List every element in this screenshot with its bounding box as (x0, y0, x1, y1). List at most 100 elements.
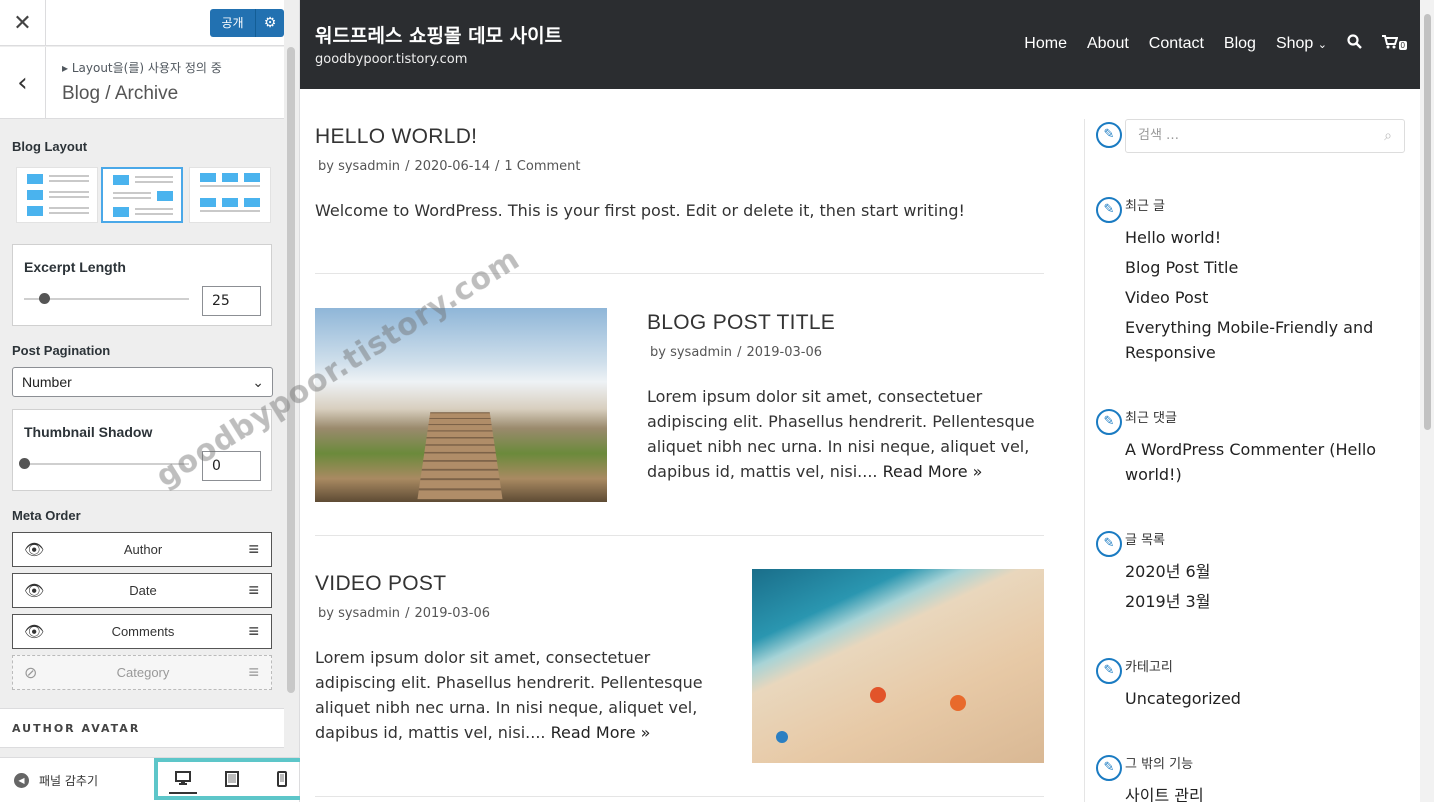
main-navigation: Home About Contact Blog Shop ⌄ 0 (1024, 34, 1407, 54)
customizer-footer: ◀ 패널 감추기 (0, 757, 311, 802)
drag-handle-icon[interactable]: ≡ (248, 539, 259, 560)
gear-icon[interactable]: ⚙ (256, 9, 284, 37)
post-comments[interactable]: 1 Comment (504, 159, 580, 174)
close-icon[interactable]: ✕ (0, 0, 46, 46)
archive-link[interactable]: 2019년 3월 (1125, 589, 1385, 614)
read-more-link[interactable]: Read More » (551, 723, 651, 742)
cart-icon[interactable]: 0 (1382, 34, 1407, 54)
post-pagination-select[interactable]: Number ⌄ (12, 367, 273, 397)
widget-title-categories: 카테고리 (1125, 660, 1173, 675)
preview-scrollbar-thumb[interactable] (1424, 14, 1431, 430)
site-content: HELLO WORLD! by sysadmin/2020-06-14/1 Co… (300, 89, 1420, 802)
meta-order-item-label: Category (116, 665, 170, 680)
post-divider (315, 535, 1044, 536)
meta-order-label: Meta Order (12, 508, 81, 523)
chevron-down-icon: ⌄ (252, 374, 264, 390)
excerpt-length-control: Excerpt Length 25 (12, 244, 272, 326)
widget-title-archives: 글 목록 (1125, 533, 1166, 548)
excerpt-length-input[interactable]: 25 (202, 286, 261, 316)
edit-pencil-icon[interactable]: ✎ (1096, 409, 1122, 435)
sidebar-scrollbar[interactable] (287, 47, 295, 693)
layout-option-grid[interactable] (189, 167, 271, 223)
author-avatar-label: AUTHOR AVATAR (12, 722, 141, 735)
post-date[interactable]: 2019-03-06 (414, 606, 490, 621)
post-title[interactable]: BLOG POST TITLE (647, 311, 835, 335)
post-pagination-label: Post Pagination (12, 343, 111, 358)
desktop-icon[interactable] (168, 764, 197, 794)
meta-order-item-date[interactable]: 👁 Date ≡ (12, 573, 272, 608)
post-title[interactable]: VIDEO POST (315, 572, 446, 596)
thumbnail-shadow-slider-handle[interactable] (19, 458, 30, 469)
search-input[interactable]: 검색 … ⌕ (1125, 119, 1405, 153)
post-thumbnail-beach[interactable] (752, 569, 1044, 763)
publish-button[interactable]: 공개 ⚙ (210, 9, 284, 37)
search-icon[interactable] (1347, 34, 1362, 54)
drag-handle-icon[interactable]: ≡ (248, 580, 259, 601)
nav-item-about[interactable]: About (1087, 35, 1129, 53)
nav-item-blog[interactable]: Blog (1224, 35, 1256, 53)
post-excerpt: Welcome to WordPress. This is your first… (315, 201, 965, 220)
post-date[interactable]: 2020-06-14 (414, 159, 490, 174)
breadcrumb: ▸ Layout을(를) 사용자 정의 중 (62, 61, 222, 75)
post-author[interactable]: by sysadmin (318, 606, 400, 621)
post-meta: by sysadmin/2019-03-06 (318, 606, 491, 621)
post-author[interactable]: by sysadmin (650, 345, 732, 360)
nav-item-contact[interactable]: Contact (1149, 35, 1204, 53)
nav-item-home[interactable]: Home (1024, 35, 1067, 53)
customizer-header: ✕ 공개 ⚙ (0, 0, 284, 46)
meta-order-item-label: Comments (111, 624, 175, 639)
read-more-link[interactable]: Read More » (883, 462, 983, 481)
section-header: ‹ ▸ Layout을(를) 사용자 정의 중 Blog / Archive (0, 47, 284, 119)
publish-label[interactable]: 공개 (210, 9, 256, 37)
tablet-icon[interactable] (218, 764, 246, 794)
collapse-panel-button[interactable]: ◀ 패널 감추기 (14, 772, 98, 789)
nav-item-shop[interactable]: Shop ⌄ (1276, 35, 1327, 53)
meta-order-item-label: Date (129, 583, 157, 598)
edit-pencil-icon[interactable]: ✎ (1096, 531, 1122, 557)
recent-comment-link[interactable]: A WordPress Commenter (Hello world!) (1125, 437, 1385, 487)
back-arrow-icon[interactable]: ‹ (0, 47, 46, 118)
post-excerpt: Lorem ipsum dolor sit amet, consectetuer… (315, 645, 725, 745)
nav-item-shop-label: Shop (1275, 35, 1314, 52)
meta-order-item-author[interactable]: 👁 Author ≡ (12, 532, 272, 567)
search-placeholder: 검색 … (1138, 128, 1180, 143)
post-date[interactable]: 2019-03-06 (746, 345, 822, 360)
archive-link[interactable]: 2020년 6월 (1125, 559, 1385, 584)
post-author[interactable]: by sysadmin (318, 159, 400, 174)
recent-post-link[interactable]: Blog Post Title (1125, 255, 1385, 280)
post-excerpt: Lorem ipsum dolor sit amet, consectetuer… (647, 384, 1047, 484)
recent-post-link[interactable]: Hello world! (1125, 225, 1385, 250)
site-header: 워드프레스 쇼핑몰 데모 사이트 goodbypoor.tistory.com … (300, 0, 1420, 89)
meta-order-item-label: Author (123, 542, 163, 557)
author-avatar-section[interactable]: AUTHOR AVATAR (0, 708, 284, 748)
site-title[interactable]: 워드프레스 쇼핑몰 데모 사이트 (315, 21, 562, 48)
drag-handle-icon[interactable]: ≡ (248, 662, 259, 683)
drag-handle-icon[interactable]: ≡ (248, 621, 259, 642)
cart-count-badge: 0 (1398, 40, 1407, 50)
category-link[interactable]: Uncategorized (1125, 686, 1385, 711)
post-title[interactable]: HELLO WORLD! (315, 125, 477, 149)
post-divider (315, 273, 1044, 274)
recent-post-link[interactable]: Everything Mobile-Friendly and Responsiv… (1125, 315, 1385, 365)
post-meta: by sysadmin/2019-03-06 (650, 345, 823, 360)
edit-pencil-icon[interactable]: ✎ (1096, 122, 1122, 148)
layout-option-alternating[interactable] (101, 167, 183, 223)
meta-order-item-comments[interactable]: 👁 Comments ≡ (12, 614, 272, 649)
blog-layout-label: Blog Layout (12, 139, 88, 154)
edit-pencil-icon[interactable]: ✎ (1096, 658, 1122, 684)
section-title: Blog / Archive (62, 83, 179, 104)
collapse-panel-label: 패널 감추기 (39, 774, 99, 788)
widget-area-divider (1084, 119, 1085, 802)
meta-order-item-category[interactable]: ⊘ Category ≡ (12, 655, 272, 690)
widget-title-recent-posts: 최근 글 (1125, 199, 1166, 214)
edit-pencil-icon[interactable]: ✎ (1096, 197, 1122, 223)
recent-post-link[interactable]: Video Post (1125, 285, 1385, 310)
mobile-icon[interactable] (268, 764, 296, 794)
layout-option-left-thumb[interactable] (16, 167, 98, 223)
edit-pencil-icon[interactable]: ✎ (1096, 755, 1122, 781)
excerpt-length-label: Excerpt Length (24, 259, 126, 275)
search-icon[interactable]: ⌕ (1384, 120, 1392, 152)
site-tagline: goodbypoor.tistory.com (315, 52, 468, 67)
excerpt-length-slider-handle[interactable] (38, 293, 50, 304)
meta-link[interactable]: 사이트 관리 (1125, 783, 1385, 802)
